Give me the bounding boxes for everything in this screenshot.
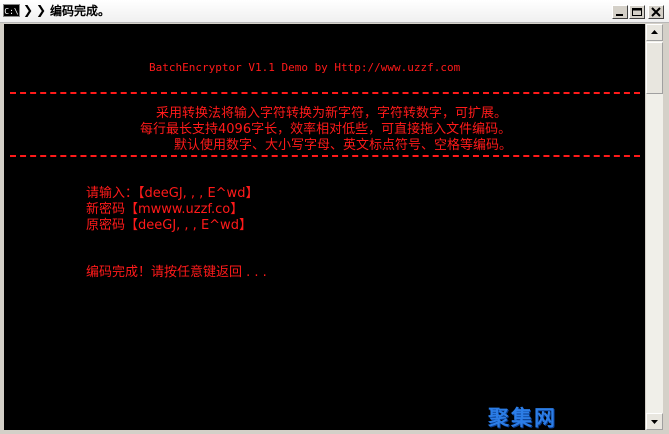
close-icon [651,7,661,17]
close-button[interactable] [648,5,664,19]
window-title: 编码完成。 [50,4,111,18]
input-prompt-line: 请输入：【deeGJ, , , E^wd】 [86,186,259,201]
description-line-3: 默认使用数字、大小写字母、英文标点符号、空格等编码。 [174,138,513,153]
minimize-button[interactable] [612,5,628,19]
vertical-scrollbar[interactable] [646,24,663,430]
completion-message: 编码完成！请按任意键返回 . . . [86,265,267,280]
breadcrumb-chevron-icon: ❯ [36,3,47,17]
maximize-icon [632,8,642,16]
console-output[interactable]: BatchEncryptor V1.1 Demo by Http://www.u… [4,24,645,430]
banner-text: BatchEncryptor V1.1 Demo by Http://www.u… [149,61,461,74]
console-window: C:\ ❯ ❯ 编码完成。 BatchEncryptor V1.1 Demo b… [0,0,669,434]
new-password-line: 新密码【mwww.uzzf.co】 [86,202,244,217]
console-app-icon[interactable]: C:\ [3,4,20,17]
scroll-down-button[interactable] [646,413,663,430]
arrow-down-icon [651,420,658,424]
minimize-icon [616,14,623,16]
description-line-1: 采用转换法将输入字符转换为新字符，字符转数字，可扩展。 [156,106,508,121]
scroll-up-button[interactable] [646,24,663,41]
description-line-2: 每行最长支持4096字长，效率相对低些，可直接拖入文件编码。 [140,122,512,137]
separator-bottom [10,155,640,157]
separator-top [10,92,640,94]
title-bar[interactable]: C:\ ❯ ❯ 编码完成。 [0,0,669,23]
breadcrumb-chevron-icon: ❯ [23,3,34,17]
maximize-button[interactable] [629,5,645,19]
scroll-thumb[interactable] [646,42,663,94]
arrow-up-icon [651,30,658,34]
original-password-line: 原密码【deeGJ, , , E^wd】 [86,218,252,233]
site-watermark-logo: 聚集网 [488,406,557,430]
